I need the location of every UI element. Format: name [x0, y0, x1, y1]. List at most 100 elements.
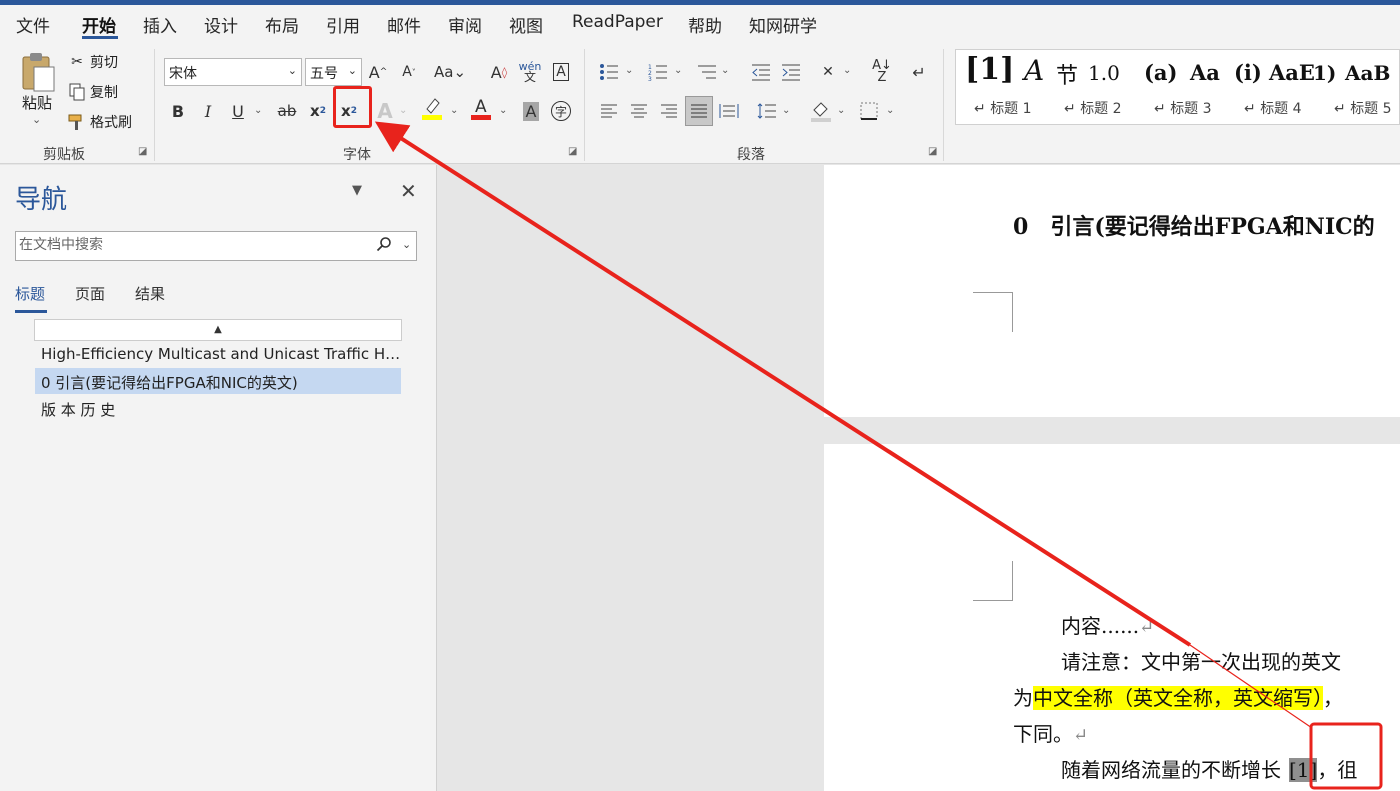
style-name[interactable]: ↵ 标题 2 — [1064, 98, 1122, 118]
tab-references[interactable]: 引用 — [326, 12, 360, 37]
format-painter-button[interactable]: 格式刷 — [66, 112, 132, 132]
nav-tab-pages[interactable]: 页面 — [75, 283, 105, 304]
style-preview-extra[interactable]: (i) — [1234, 60, 1262, 85]
citation-reference[interactable]: [1] — [1289, 758, 1318, 782]
text-effects-button[interactable]: A — [372, 98, 398, 124]
chevron-down-icon[interactable]: ⌄ — [402, 238, 411, 251]
chevron-down-icon[interactable]: ⌄ — [450, 105, 458, 116]
line-spacing-icon[interactable] — [754, 98, 780, 124]
chevron-down-icon[interactable]: ⌄ — [254, 105, 262, 116]
tab-cnki[interactable]: 知网研学 — [749, 12, 817, 37]
bold-button[interactable]: B — [165, 98, 191, 124]
document-heading[interactable]: 0 引言(要记得给出FPGA和NIC的 — [1013, 209, 1375, 241]
style-preview[interactable]: Aa — [1190, 60, 1220, 85]
tab-design[interactable]: 设计 — [204, 12, 238, 37]
copy-button[interactable]: 复制 — [66, 82, 118, 102]
font-name-select[interactable]: 宋体 ⌄ — [164, 58, 302, 86]
nav-heading-item-selected[interactable]: 0 引言(要记得给出FPGA和NIC的英文) — [35, 368, 401, 394]
sort-icon[interactable]: A↓ Z — [869, 59, 895, 85]
style-name[interactable]: ↵ 标题 5 — [1334, 98, 1392, 118]
style-preview[interactable]: [1] — [965, 52, 1014, 87]
style-preview-extra[interactable]: AaE — [1269, 60, 1315, 85]
style-name[interactable]: ↵ 标题 3 — [1154, 98, 1212, 118]
shading-icon[interactable] — [808, 98, 834, 124]
enclose-characters-icon[interactable]: 字 — [548, 98, 574, 124]
chevron-down-icon[interactable]: ⌄ — [625, 65, 633, 76]
tab-layout[interactable]: 布局 — [265, 12, 299, 37]
doc-paragraph[interactable]: 下同。↵ — [1013, 718, 1088, 747]
style-name[interactable]: ↵ 标题 1 — [974, 98, 1032, 118]
font-size-select[interactable]: 五号 ⌄ — [305, 58, 362, 86]
font-launcher-icon[interactable]: ◪ — [568, 146, 577, 157]
phonetic-guide-icon[interactable]: wén 文 — [517, 59, 543, 85]
align-center-icon[interactable] — [626, 98, 652, 124]
paste-icon[interactable] — [20, 51, 56, 93]
align-left-icon[interactable] — [596, 98, 622, 124]
chevron-down-icon[interactable]: ⌄ — [782, 105, 790, 116]
document-page[interactable] — [824, 165, 1400, 417]
doc-paragraph[interactable]: 请注意：文中第一次出现的英文 — [1061, 646, 1341, 675]
style-preview[interactable]: 1.0 — [1088, 61, 1120, 85]
chevron-down-icon[interactable]: ⌄ — [399, 105, 407, 116]
clear-formatting-icon[interactable]: A ◊ — [486, 59, 512, 85]
strikethrough-button[interactable]: ab — [274, 98, 300, 124]
tab-review[interactable]: 审阅 — [448, 12, 482, 37]
chevron-down-icon[interactable]: ⌄ — [674, 65, 682, 76]
multilevel-list-icon[interactable] — [694, 59, 720, 85]
character-border-icon[interactable]: A — [548, 59, 574, 85]
close-icon[interactable]: ✕ — [400, 179, 417, 203]
tab-help[interactable]: 帮助 — [688, 12, 722, 37]
chevron-down-icon[interactable]: ⌄ — [499, 105, 507, 116]
nav-heading-item[interactable]: High-Efficiency Multicast and Unicast Tr… — [35, 341, 401, 367]
tab-readpaper[interactable]: ReadPaper — [572, 12, 663, 32]
highlight-button[interactable] — [419, 95, 445, 121]
doc-paragraph[interactable]: 内容......↵ — [1061, 610, 1154, 639]
collapse-all-button[interactable]: ▲ — [34, 319, 402, 341]
change-case-button[interactable]: Aa⌄ — [431, 59, 469, 85]
chevron-down-icon[interactable]: ⌄ — [843, 65, 851, 76]
paragraph-launcher-icon[interactable]: ◪ — [928, 146, 937, 157]
numbering-icon[interactable]: 123 — [645, 59, 671, 85]
tab-home[interactable]: 开始 — [82, 12, 116, 37]
show-marks-icon[interactable]: ↵ — [906, 59, 932, 85]
paste-button[interactable]: 粘贴 — [22, 92, 52, 113]
search-icon[interactable] — [376, 236, 392, 252]
character-shading-button[interactable]: A — [518, 98, 544, 124]
style-preview[interactable]: (a) — [1144, 60, 1177, 85]
style-preview[interactable]: 节 — [1056, 58, 1078, 90]
chevron-down-icon[interactable]: ⌄ — [837, 105, 845, 116]
borders-icon[interactable] — [856, 98, 882, 124]
justify-icon[interactable] — [685, 96, 713, 126]
doc-paragraph[interactable]: 为中文全称（英文全称，英文缩写）， — [1013, 682, 1343, 711]
grow-font-button[interactable]: A ^ — [365, 59, 391, 85]
tab-insert[interactable]: 插入 — [143, 12, 177, 37]
doc-paragraph[interactable]: 随着网络流量的不断增长 [1]，徂 — [1061, 754, 1357, 783]
nav-search-box[interactable]: ⌄ — [15, 231, 417, 261]
font-color-button[interactable]: A — [468, 95, 494, 121]
decrease-indent-icon[interactable] — [748, 59, 774, 85]
search-input[interactable] — [16, 232, 346, 258]
paste-dropdown-icon[interactable]: ⌄ — [32, 113, 41, 126]
bullets-icon[interactable] — [596, 59, 622, 85]
subscript-button[interactable]: x2 — [305, 98, 331, 124]
nav-tab-headings[interactable]: 标题 — [15, 283, 45, 304]
style-preview-extra[interactable]: AaB — [1345, 61, 1390, 85]
align-right-icon[interactable] — [656, 98, 682, 124]
italic-button[interactable]: I — [195, 98, 221, 124]
chevron-down-icon[interactable]: ⌄ — [886, 105, 894, 116]
style-preview-extra[interactable]: 1) — [1313, 61, 1336, 85]
tab-view[interactable]: 视图 — [509, 12, 543, 37]
tab-mailings[interactable]: 邮件 — [387, 12, 421, 37]
styles-gallery[interactable]: [1] A ↵ 标题 1 节 1.0 ↵ 标题 2 (a) Aa ↵ 标题 3 … — [955, 49, 1400, 125]
distributed-icon[interactable] — [716, 98, 742, 124]
underline-button[interactable]: U — [225, 98, 251, 124]
nav-options-icon[interactable]: ▼ — [352, 183, 362, 198]
asian-layout-icon[interactable]: ✕ — [815, 59, 841, 85]
chevron-down-icon[interactable]: ⌄ — [721, 65, 729, 76]
nav-heading-item[interactable]: 版 本 历 史 — [35, 395, 401, 421]
cut-button[interactable]: ✂ 剪切 — [66, 52, 118, 72]
increase-indent-icon[interactable] — [778, 59, 804, 85]
clipboard-launcher-icon[interactable]: ◪ — [138, 146, 147, 157]
style-name[interactable]: ↵ 标题 4 — [1244, 98, 1302, 118]
shrink-font-button[interactable]: A ˅ — [396, 59, 422, 85]
